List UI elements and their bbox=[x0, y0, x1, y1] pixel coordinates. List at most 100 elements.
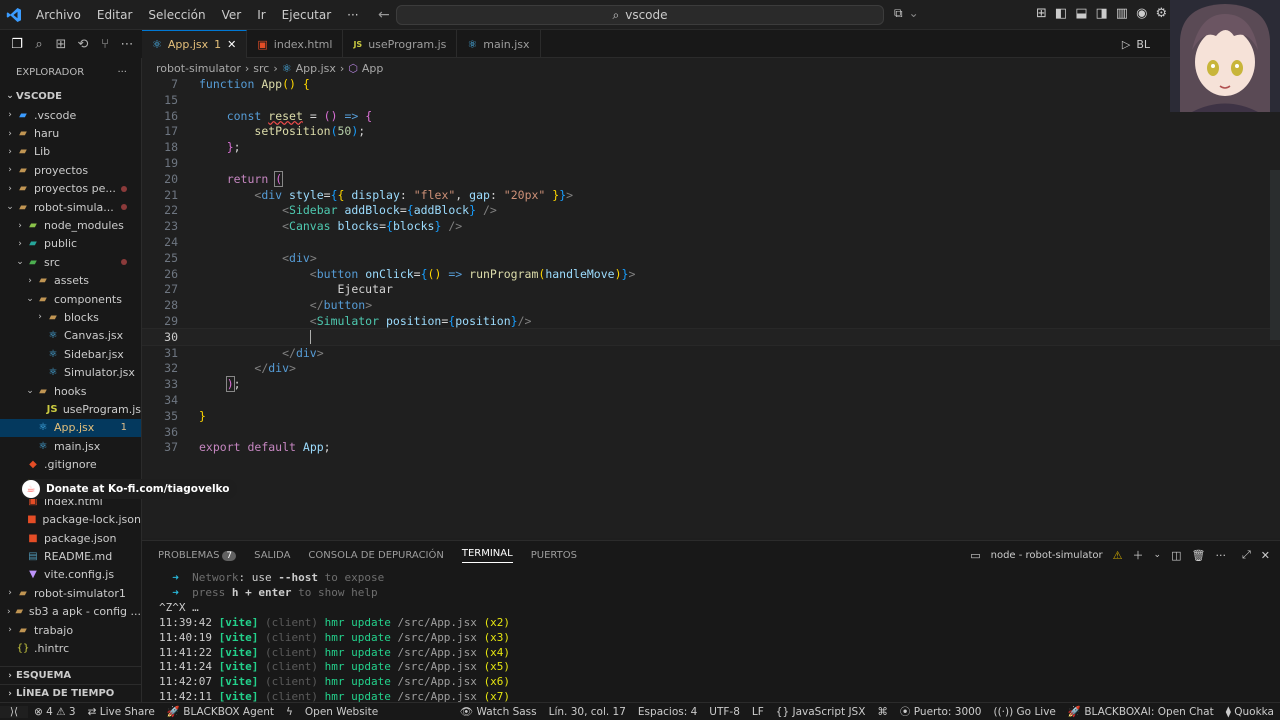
tree-item[interactable]: ⚛ App.jsx 1 bbox=[0, 418, 141, 438]
code-line[interactable]: 29 <Simulator position={position}/> bbox=[142, 313, 1280, 329]
tab-ports[interactable]: PUERTOS bbox=[531, 550, 577, 561]
tab-problems[interactable]: PROBLEMAS 7 bbox=[158, 550, 237, 561]
code-line[interactable]: 26 <button onClick={() => runProgram(han… bbox=[142, 266, 1280, 282]
terminal-instance-name[interactable]: node - robot-simulator bbox=[991, 550, 1103, 561]
workspace-root[interactable]: ⌄ VSCODE bbox=[0, 86, 141, 106]
tab-output[interactable]: SALIDA bbox=[254, 550, 290, 561]
open-website-status[interactable]: Open Website bbox=[299, 706, 384, 718]
tree-item[interactable]: ⌄ ▰ src bbox=[0, 253, 141, 271]
breadcrumb-item[interactable]: src bbox=[253, 62, 269, 75]
copilot-button[interactable]: ⧉ ⌄ bbox=[894, 6, 919, 21]
split-terminal-icon[interactable]: ◫ bbox=[1171, 549, 1181, 562]
menu-ir[interactable]: Ir bbox=[249, 8, 273, 22]
search-icon[interactable]: ⌕ bbox=[28, 37, 50, 52]
tree-item[interactable]: › ▰ proyectos bbox=[0, 161, 141, 179]
code-line[interactable]: 24 bbox=[142, 234, 1280, 250]
end-of-line[interactable]: LF bbox=[746, 706, 770, 718]
tree-item[interactable]: ⌄ ▰ components bbox=[0, 290, 141, 308]
blackbox-agent-status[interactable]: 🚀 BLACKBOX Agent bbox=[161, 705, 280, 718]
tree-item[interactable]: › ▰ sb3 a apk - config ... bbox=[0, 603, 141, 621]
close-icon[interactable]: ✕ bbox=[227, 38, 236, 51]
tree-item[interactable]: ⌄ ▰ hooks bbox=[0, 382, 141, 400]
tree-item[interactable]: › ▰ robot-simulator1 bbox=[0, 584, 141, 602]
tree-item[interactable]: › ▰ node_modules bbox=[0, 216, 141, 234]
tree-item[interactable]: › ▰ trabajo bbox=[0, 621, 141, 639]
menu-more[interactable]: ··· bbox=[339, 8, 366, 22]
code-line[interactable]: 34 bbox=[142, 392, 1280, 408]
go-live-status[interactable]: ((·)) Go Live bbox=[987, 706, 1061, 718]
code-line[interactable]: 15 bbox=[142, 92, 1280, 108]
breadcrumb-item[interactable]: App bbox=[362, 62, 384, 75]
customize-layout-icon[interactable]: ⊞ bbox=[1036, 6, 1047, 21]
back-arrow-icon[interactable]: ← bbox=[378, 7, 390, 23]
menu-ver[interactable]: Ver bbox=[214, 8, 250, 22]
code-line[interactable]: 22 <Sidebar addBlock={addBlock} /> bbox=[142, 202, 1280, 218]
tree-item[interactable]: › ▰ .vscode bbox=[0, 106, 141, 124]
toggle-panel-icon[interactable]: ⬓ bbox=[1075, 6, 1087, 21]
tree-item[interactable]: › ▰ haru bbox=[0, 124, 141, 142]
language-mode[interactable]: {} JavaScript JSX bbox=[770, 706, 872, 718]
chevron-down-icon[interactable]: ⌄ bbox=[1154, 550, 1162, 560]
command-center-search[interactable]: ⌕ vscode bbox=[396, 5, 884, 25]
close-panel-icon[interactable]: ✕ bbox=[1261, 549, 1270, 562]
tree-item[interactable]: ⚛ Sidebar.jsx bbox=[0, 345, 141, 363]
code-line[interactable]: 18 }; bbox=[142, 139, 1280, 155]
port-status[interactable]: ⦿ Puerto: 3000 bbox=[894, 704, 988, 719]
code-editor[interactable]: 7 function App() {15 16 const reset = () =… bbox=[142, 76, 1280, 538]
live-share-status[interactable]: ⇄ Live Share bbox=[82, 706, 161, 718]
menu-editar[interactable]: Editar bbox=[89, 8, 141, 22]
split-layout-icon[interactable]: ▥ bbox=[1116, 6, 1128, 21]
problems-status[interactable]: ⊗ 4 ⚠ 3 bbox=[28, 706, 82, 718]
menu-seleccion[interactable]: Selección bbox=[140, 8, 213, 22]
code-line[interactable]: 33 ); bbox=[142, 376, 1280, 393]
maximize-panel-icon[interactable]: ⤢ bbox=[1242, 548, 1251, 562]
tab-index-html[interactable]: ▣ index.html bbox=[247, 30, 344, 58]
breadcrumb-item[interactable]: App.jsx bbox=[296, 62, 336, 75]
tab-useprogram-js[interactable]: JS useProgram.js bbox=[343, 30, 458, 58]
remote-explorer-icon[interactable]: ⟲ bbox=[72, 37, 94, 52]
tree-item[interactable]: ◆ .gitignore bbox=[0, 455, 141, 473]
tree-item[interactable]: › ▰ Lib bbox=[0, 143, 141, 161]
tree-item[interactable]: {} .hintrc bbox=[0, 639, 141, 657]
tree-item[interactable]: JS useProgram.js bbox=[0, 400, 141, 418]
toggle-sidebar-icon[interactable]: ◧ bbox=[1055, 6, 1067, 21]
more-actions-icon[interactable]: ··· bbox=[1215, 549, 1226, 562]
menu-archivo[interactable]: Archivo bbox=[28, 8, 89, 22]
code-line[interactable]: 37 export default App; bbox=[142, 439, 1280, 455]
tree-item[interactable]: ■ package.json bbox=[0, 529, 141, 547]
tree-item[interactable]: ⚛ Canvas.jsx bbox=[0, 327, 141, 345]
code-line[interactable]: 17 setPosition(50); bbox=[142, 123, 1280, 139]
tree-item[interactable]: ⌄ ▰ robot-simula... bbox=[0, 198, 141, 216]
explorer-files-icon[interactable]: ❐ bbox=[6, 37, 28, 52]
run-button[interactable]: ▷ BL bbox=[1112, 30, 1160, 58]
trash-icon[interactable]: 🗑 bbox=[1192, 549, 1206, 562]
code-line[interactable]: 27 Ejecutar bbox=[142, 281, 1280, 297]
tree-item[interactable]: ▼ vite.config.js bbox=[0, 566, 141, 584]
remote-indicator-icon[interactable]: ⟩⟨ bbox=[0, 705, 28, 718]
extensions-icon[interactable]: ⊞ bbox=[50, 37, 72, 52]
editor-scrollbar[interactable] bbox=[1270, 170, 1280, 340]
watch-sass-status[interactable]: 👁 Watch Sass bbox=[454, 705, 543, 718]
tab-app-jsx[interactable]: ⚛ App.jsx 1 ✕ bbox=[142, 30, 248, 58]
quokka-status[interactable]: ⧫ Quokka bbox=[1220, 706, 1280, 718]
code-line[interactable]: 20 return ( bbox=[142, 170, 1280, 187]
code-line[interactable]: 16 const reset = () => { bbox=[142, 108, 1280, 124]
tab-debug-console[interactable]: CONSOLA DE DEPURACIÓN bbox=[308, 550, 443, 561]
outline-section[interactable]: › ESQUEMA bbox=[0, 666, 141, 684]
new-terminal-icon[interactable]: ＋ bbox=[1133, 547, 1144, 563]
tab-main-jsx[interactable]: ⚛ main.jsx bbox=[457, 30, 541, 58]
tree-item[interactable]: ■ package-lock.json bbox=[0, 511, 141, 529]
timeline-section[interactable]: › LÍNEA DE TIEMPO bbox=[0, 684, 141, 702]
toggle-secondary-sidebar-icon[interactable]: ◨ bbox=[1096, 6, 1108, 21]
tree-item[interactable]: ⚛ main.jsx bbox=[0, 437, 141, 455]
tab-terminal[interactable]: TERMINAL bbox=[461, 548, 513, 563]
breadcrumb-item[interactable]: robot-simulator bbox=[156, 62, 241, 75]
tree-item[interactable]: › ▰ assets bbox=[0, 272, 141, 290]
code-line[interactable]: 31 </div> bbox=[142, 345, 1280, 361]
code-line[interactable]: 19 bbox=[142, 155, 1280, 171]
indentation[interactable]: Espacios: 4 bbox=[632, 706, 703, 718]
code-line[interactable]: 28 </button> bbox=[142, 297, 1280, 313]
code-line[interactable]: 36 bbox=[142, 424, 1280, 440]
settings-gear-icon[interactable]: ⚙ bbox=[1155, 6, 1167, 21]
code-line[interactable]: 30 bbox=[142, 327, 1280, 346]
